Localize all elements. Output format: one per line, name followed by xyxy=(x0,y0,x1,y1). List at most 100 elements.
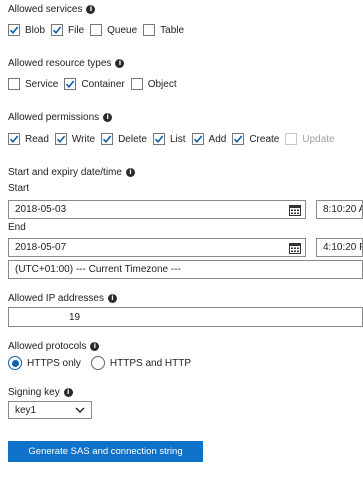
permission-list-option[interactable]: List xyxy=(152,133,186,145)
signing-key-heading-label: Signing key xyxy=(8,387,60,398)
info-icon[interactable]: i xyxy=(125,168,135,177)
signing-key-select[interactable]: key1 xyxy=(8,401,92,419)
radio-https-only[interactable] xyxy=(8,356,22,370)
info-icon[interactable]: i xyxy=(63,388,73,397)
info-icon[interactable]: i xyxy=(115,59,125,68)
expiry-heading-label: Start and expiry date/time xyxy=(8,167,122,178)
chevron-down-icon xyxy=(75,407,85,413)
resource-object-label: Object xyxy=(147,78,177,90)
resource-object-option[interactable]: Object xyxy=(130,78,177,90)
permission-list-label: List xyxy=(169,133,186,145)
permission-write-label: Write xyxy=(71,133,96,145)
start-date-input[interactable]: 2018-05-03 xyxy=(8,200,306,219)
start-time-input[interactable]: 8:10:20 A xyxy=(316,200,363,219)
checkbox-list[interactable] xyxy=(152,133,165,145)
resource-types-heading-label: Allowed resource types xyxy=(8,58,112,69)
start-date-value: 2018-05-03 xyxy=(15,204,67,215)
permission-create-label: Create xyxy=(249,133,280,145)
start-time-value: 8:10:20 A xyxy=(323,204,363,215)
checkmark-icon xyxy=(102,135,112,144)
permission-delete-label: Delete xyxy=(118,133,147,145)
service-queue-label: Queue xyxy=(107,24,138,36)
checkmark-icon xyxy=(193,135,202,144)
checkbox-add[interactable] xyxy=(191,133,204,145)
permissions-options: Read Write Delete List Add Create Update xyxy=(8,133,341,145)
timezone-select[interactable]: (UTC+01:00) --- Current Timezone --- xyxy=(8,260,363,279)
services-heading: Allowed services i xyxy=(8,4,96,15)
checkbox-update xyxy=(285,133,298,145)
permission-read-label: Read xyxy=(25,133,49,145)
info-icon[interactable]: i xyxy=(90,342,100,351)
permission-add-option[interactable]: Add xyxy=(191,133,227,145)
radio-https-and-http[interactable] xyxy=(90,356,105,370)
start-label: Start xyxy=(8,183,30,194)
calendar-icon[interactable] xyxy=(289,243,301,254)
ip-address-input[interactable]: 19 xyxy=(8,307,363,327)
checkbox-delete[interactable] xyxy=(101,133,114,145)
permission-read-option[interactable]: Read xyxy=(8,133,49,145)
ip-heading: Allowed IP addresses i xyxy=(8,293,117,304)
generate-sas-button[interactable]: Generate SAS and connection string xyxy=(8,441,203,462)
resource-service-option[interactable]: Service xyxy=(8,78,58,90)
service-file-option[interactable]: File xyxy=(51,24,84,36)
end-date-value: 2018-05-07 xyxy=(15,242,67,253)
resource-service-label: Service xyxy=(25,78,59,90)
checkbox-create[interactable] xyxy=(232,133,245,145)
checkmark-icon xyxy=(154,135,164,144)
timezone-value: (UTC+01:00) --- Current Timezone --- xyxy=(15,264,181,275)
end-time-input[interactable]: 4:10:20 P xyxy=(316,238,363,257)
permission-delete-option[interactable]: Delete xyxy=(101,133,147,145)
checkbox-write[interactable] xyxy=(54,133,67,145)
resource-types-heading: Allowed resource types i xyxy=(8,58,125,69)
checkmark-icon xyxy=(56,135,66,144)
signing-key-heading: Signing key i xyxy=(8,387,73,398)
checkbox-queue[interactable] xyxy=(90,24,103,36)
expiry-heading: Start and expiry date/time i xyxy=(8,167,135,178)
checkbox-read[interactable] xyxy=(8,133,20,145)
radio-dot xyxy=(11,359,19,367)
permission-write-option[interactable]: Write xyxy=(54,133,96,145)
checkmark-icon xyxy=(52,26,62,35)
resource-container-label: Container xyxy=(81,78,125,90)
service-blob-option[interactable]: Blob xyxy=(8,24,45,36)
end-time-value: 4:10:20 P xyxy=(323,242,363,253)
info-icon[interactable]: i xyxy=(86,5,96,14)
services-options: Blob File Queue Table xyxy=(8,24,190,36)
permission-add-label: Add xyxy=(208,133,227,145)
protocols-heading: Allowed protocols i xyxy=(8,341,100,352)
permissions-heading: Allowed permissions i xyxy=(8,112,113,123)
protocol-https-and-http-option[interactable]: HTTPS and HTTP xyxy=(90,356,191,370)
permission-update-option: Update xyxy=(285,133,335,145)
checkmark-icon xyxy=(9,26,19,35)
info-icon[interactable]: i xyxy=(103,113,113,122)
resource-types-options: Service Container Object xyxy=(8,78,183,90)
signing-key-value: key1 xyxy=(15,404,37,416)
checkbox-blob[interactable] xyxy=(8,24,20,36)
checkmark-icon xyxy=(9,135,19,144)
checkbox-file[interactable] xyxy=(51,24,64,36)
service-table-option[interactable]: Table xyxy=(143,24,184,36)
end-label: End xyxy=(8,222,26,233)
ip-heading-label: Allowed IP addresses xyxy=(8,293,104,304)
checkmark-icon xyxy=(66,80,75,89)
end-date-input[interactable]: 2018-05-07 xyxy=(8,238,306,257)
calendar-icon[interactable] xyxy=(289,205,301,216)
ip-address-value: 19 xyxy=(69,311,81,323)
permissions-heading-label: Allowed permissions xyxy=(8,112,100,123)
service-blob-label: Blob xyxy=(25,24,46,36)
permission-update-label: Update xyxy=(302,133,335,145)
resource-container-option[interactable]: Container xyxy=(64,78,125,90)
protocol-https-only-option[interactable]: HTTPS only xyxy=(8,356,81,370)
service-queue-option[interactable]: Queue xyxy=(90,24,137,36)
checkbox-container[interactable] xyxy=(64,78,77,90)
protocol-https-only-label: HTTPS only xyxy=(27,357,81,369)
services-heading-label: Allowed services xyxy=(8,4,83,15)
checkbox-service[interactable] xyxy=(8,78,20,90)
permission-create-option[interactable]: Create xyxy=(232,133,279,145)
checkbox-table[interactable] xyxy=(143,24,156,36)
service-file-label: File xyxy=(68,24,85,36)
checkbox-object[interactable] xyxy=(130,78,143,90)
protocols-heading-label: Allowed protocols xyxy=(8,341,87,352)
service-table-label: Table xyxy=(160,24,185,36)
info-icon[interactable]: i xyxy=(107,294,117,303)
